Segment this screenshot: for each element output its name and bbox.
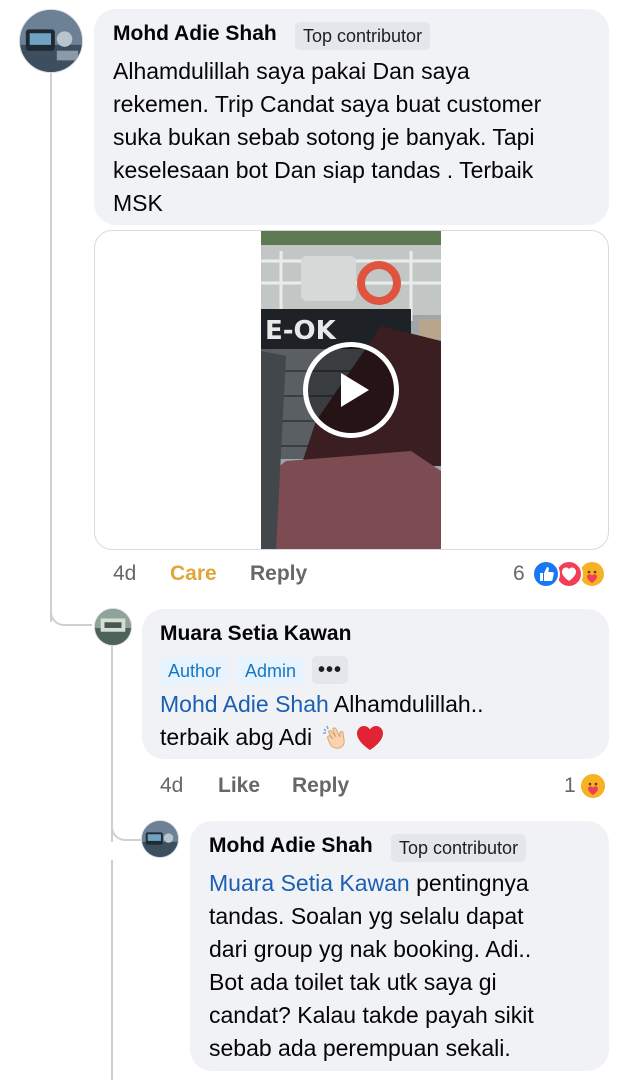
reply-text: Muara Setia Kawan pentingnya tandas. Soa… (209, 867, 604, 1065)
thread-elbow-reply1 (50, 600, 92, 626)
reaction-count: 1 (564, 774, 576, 797)
comment-text-line: keselesaan bot Dan siap tandas . Terbaik (113, 157, 534, 183)
thread-elbow-reply2 (111, 815, 141, 841)
video-attachment[interactable]: E-OK (94, 230, 609, 550)
reaction-count: 6 (513, 562, 525, 585)
reply-timestamp[interactable]: 4d (160, 774, 183, 798)
reply-author-name[interactable]: Muara Setia Kawan (160, 622, 351, 646)
reply-button[interactable]: Reply (292, 774, 349, 798)
avatar[interactable] (19, 9, 83, 73)
comment-author-name[interactable]: Mohd Adie Shah (113, 22, 277, 46)
reply-text-line: Mohd Adie Shah Alhamdulillah.. (160, 688, 600, 721)
top-contributor-badge: Top contributor (391, 834, 527, 862)
like-icon (532, 560, 560, 588)
reply-text-segment: terbaik abg Adi (160, 724, 319, 750)
comment-text-line: MSK (113, 190, 163, 216)
like-button[interactable]: Like (218, 774, 260, 798)
top-contributor-badge: Top contributor (295, 22, 431, 50)
reply-text-segment: pentingnya (409, 870, 529, 896)
reply-text-line: terbaik abg Adi (160, 721, 600, 754)
thread-line-main (50, 72, 52, 622)
play-button[interactable] (303, 342, 399, 438)
reply-text-line: Bot ada toilet tak utk saya gi (209, 969, 497, 995)
play-icon (340, 373, 369, 407)
reaction-summary[interactable]: 6 (500, 558, 615, 592)
reply-text-line: Muara Setia Kawan pentingnya (209, 867, 604, 900)
reply-text-line: dari group yg nak booking. Adi.. (209, 936, 532, 962)
reply-author-name[interactable]: Mohd Adie Shah (209, 834, 373, 858)
care-reaction-button[interactable]: Care (170, 562, 217, 586)
video-thumbnail: E-OK (261, 231, 441, 549)
avatar[interactable] (94, 608, 132, 646)
mention-link[interactable]: Mohd Adie Shah (160, 691, 329, 717)
svg-text:E-OK: E-OK (265, 316, 337, 346)
red-heart-emoji (355, 723, 385, 753)
clapping-hands-emoji (321, 723, 351, 753)
comment-text-line: rekemen. Trip Candat saya buat customer (113, 91, 542, 117)
care-icon (579, 772, 607, 800)
reply-button[interactable]: Reply (250, 562, 307, 586)
avatar[interactable] (141, 820, 179, 858)
reply-text-segment: Alhamdulillah.. (328, 691, 484, 717)
thread-line-reply1 (111, 646, 113, 842)
mention-link[interactable]: Muara Setia Kawan (209, 870, 410, 896)
reply-text-line: candat? Kalau takde payah sikit (209, 1002, 534, 1028)
reply-text-line: sebab ada perempuan sekali. (209, 1035, 511, 1061)
comment-text-line: suka bukan sebab sotong je banyak. Tapi (113, 124, 535, 150)
author-badge: Author (160, 657, 230, 685)
reply-text: Mohd Adie Shah Alhamdulillah.. terbaik a… (160, 688, 600, 754)
thread-line-reply1-continue (111, 860, 113, 1080)
comment-timestamp[interactable]: 4d (113, 562, 136, 586)
admin-badge: Admin (237, 657, 305, 685)
reply-text-line: tandas. Soalan yg selalu dapat (209, 903, 524, 929)
more-badges-button[interactable]: ••• (312, 656, 348, 684)
comment-text: Alhamdulillah saya pakai Dan saya rekeme… (113, 55, 603, 220)
reaction-summary[interactable]: 1 (555, 770, 615, 804)
comment-text-line: Alhamdulillah saya pakai Dan saya (113, 58, 470, 84)
